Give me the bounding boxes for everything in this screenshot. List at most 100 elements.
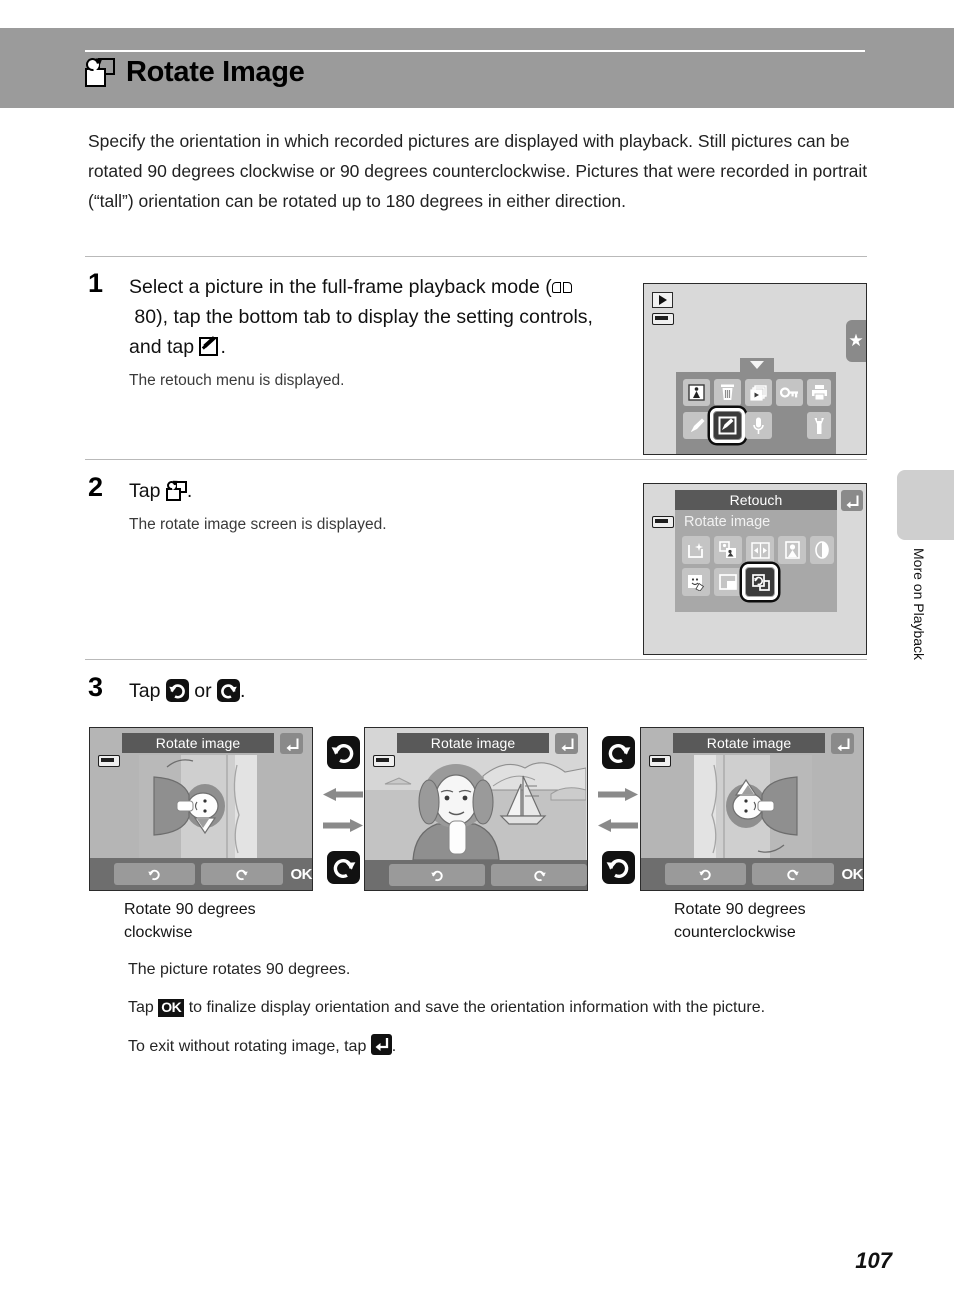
rotate-counterclockwise-icon[interactable] [217, 679, 241, 702]
camera-screen-rotated-counterclockwise: Rotate image OK [640, 727, 864, 891]
print-order-key[interactable] [807, 379, 831, 406]
setting-controls-panel [676, 372, 836, 454]
arrow-group-left [322, 736, 364, 884]
paint-key[interactable] [682, 568, 710, 596]
retouch-pencil-box-icon [199, 336, 220, 357]
rotate-clockwise-button[interactable] [389, 864, 485, 886]
rotate-image-icon [165, 478, 187, 501]
note-finalize-b: to finalize display orientation and save… [184, 999, 766, 1016]
rotate-controls-bar: OK [641, 858, 863, 890]
quick-edit-key[interactable] [683, 412, 710, 439]
arrow-right-icon [323, 819, 363, 833]
favorites-tab[interactable]: ★ [846, 320, 866, 362]
skin-softening-key[interactable] [778, 536, 806, 564]
rotate-counterclockwise-icon [236, 869, 249, 880]
rotate-clockwise-button[interactable] [114, 863, 196, 885]
rotate-clockwise-button[interactable] [665, 863, 747, 885]
battery-icon [98, 755, 120, 767]
rotate-image-title: Rotate image [430, 735, 516, 751]
step-1-heading: Select a picture in the full-frame playb… [129, 272, 609, 362]
preview-photo-clockwise [139, 755, 257, 858]
battery-icon [652, 516, 674, 528]
step-3-notes: The picture rotates 90 degrees. Tap OK t… [128, 958, 868, 1073]
rotate-image-title-bar: Rotate image [397, 733, 549, 753]
crop-key[interactable] [714, 568, 742, 596]
retouch-title: Retouch [729, 492, 783, 508]
section-thumb-label: More on Playback [911, 548, 927, 661]
rotate-clockwise-icon[interactable] [601, 850, 635, 884]
rotate-counterclockwise-button[interactable] [752, 863, 834, 885]
step-2-body: Tap . The rotate image screen is display… [129, 476, 609, 537]
back-arrow-icon [370, 1034, 392, 1055]
section-thumb-tab [897, 470, 954, 540]
key-icon [780, 387, 798, 398]
step-2-number: 2 [88, 472, 104, 502]
note-finalize: Tap OK to finalize display orientation a… [128, 996, 868, 1020]
step-1-page-ref: 80 [134, 306, 157, 328]
rotate-counterclockwise-icon[interactable] [326, 850, 360, 884]
rotate-counterclockwise-icon [787, 869, 800, 880]
caption-counterclockwise: Rotate 90 degrees counterclockwise [674, 901, 806, 941]
delete-key[interactable] [714, 379, 741, 406]
back-button[interactable] [831, 733, 854, 754]
voice-memo-key[interactable] [745, 412, 772, 439]
section-divider-2 [85, 459, 867, 460]
arrow-right-icon [598, 787, 638, 801]
back-button[interactable] [555, 733, 578, 754]
half-circle-icon [815, 541, 829, 559]
retouch-key-selection-highlight [710, 408, 745, 443]
battery-icon [649, 755, 671, 767]
back-arrow-icon [286, 738, 298, 751]
rotate-counterclockwise-button[interactable] [201, 863, 283, 885]
step-1-text-c: . [220, 336, 226, 358]
step-3-text-mid: or [188, 680, 218, 702]
trash-icon [721, 384, 734, 400]
slideshow-key[interactable] [745, 379, 772, 406]
rotate-controls-bar [365, 860, 587, 890]
step-1-text-a: Select a picture in the full-frame playb… [129, 276, 552, 298]
rotate-image-title-bar: Rotate image [673, 733, 825, 753]
resize-icon [750, 541, 770, 559]
rotate-counterclockwise-icon[interactable] [601, 736, 635, 769]
rotate-image-key-selection-highlight [742, 564, 778, 600]
controls-notch[interactable] [740, 358, 774, 372]
rotate-clockwise-icon[interactable] [326, 736, 360, 769]
section-divider-3 [85, 659, 867, 660]
camera-screen-rotated-clockwise: Rotate image OK [89, 727, 313, 891]
rotate-controls-bar: OK [90, 858, 312, 890]
intro-paragraph: Specify the orientation in which recorde… [88, 131, 868, 211]
microphone-icon [753, 417, 764, 434]
arrow-left-icon [598, 819, 638, 833]
sparkle-frame-icon [688, 542, 703, 558]
d-lighting-icon [719, 541, 736, 558]
back-button[interactable] [841, 490, 863, 511]
preview-photo-counterclockwise [694, 755, 812, 858]
battery-icon [652, 313, 674, 325]
step-3-text-c: . [240, 680, 246, 702]
book-reference-icon [551, 281, 572, 295]
rotate-clockwise-icon [148, 869, 160, 880]
page-number: 107 [855, 1248, 892, 1273]
step-3-body: Tap or . [129, 676, 529, 706]
favorites-key[interactable] [683, 379, 710, 406]
filter-effects-key[interactable] [810, 536, 834, 564]
back-button[interactable] [280, 733, 303, 754]
protect-key[interactable] [776, 379, 803, 406]
setup-key[interactable] [807, 412, 831, 439]
step-2-text-c: . [186, 480, 193, 502]
step-2-heading: Tap . [129, 476, 609, 506]
camera-screen-step2: Retouch Rotate image [643, 483, 867, 655]
rotate-counterclockwise-icon [533, 870, 546, 881]
quick-retouch-key[interactable] [682, 536, 710, 564]
step-3-text-a: Tap [129, 680, 166, 702]
rotate-clockwise-icon[interactable] [165, 679, 189, 702]
ok-button[interactable]: OK [291, 866, 313, 883]
ok-button[interactable]: OK [842, 866, 864, 883]
d-lighting-key[interactable] [714, 536, 742, 564]
ok-button-inline: OK [158, 999, 185, 1017]
small-picture-key[interactable] [746, 536, 774, 564]
arrow-group-right [597, 736, 639, 884]
back-arrow-icon [837, 738, 849, 751]
rotate-counterclockwise-button[interactable] [491, 864, 587, 886]
back-arrow-icon [846, 495, 859, 508]
